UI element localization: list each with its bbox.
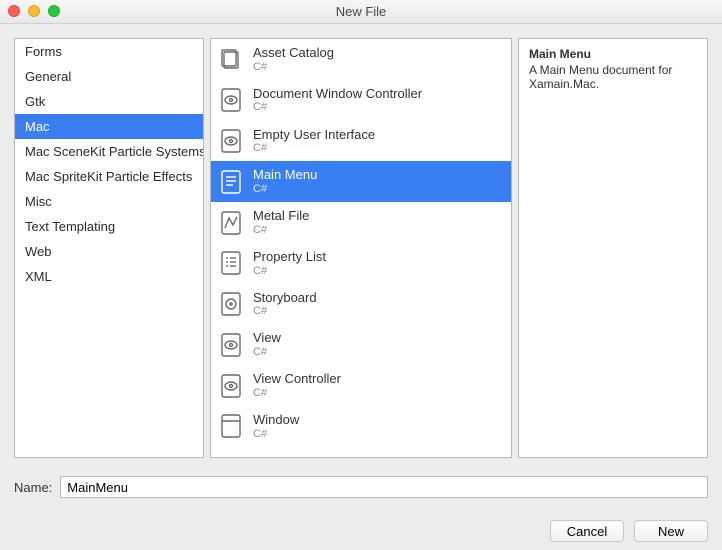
titlebar: New File bbox=[0, 0, 722, 24]
description-body: A Main Menu document for Xamain.Mac. bbox=[529, 63, 697, 91]
template-item[interactable]: StoryboardC# bbox=[211, 284, 511, 325]
category-item[interactable]: Text Templating bbox=[15, 214, 203, 239]
template-title: Window bbox=[253, 412, 299, 428]
template-item[interactable]: Main MenuC# bbox=[211, 161, 511, 202]
template-sub: C# bbox=[253, 305, 317, 318]
template-sub: C# bbox=[253, 183, 317, 196]
template-title: Asset Catalog bbox=[253, 45, 334, 61]
template-text: Asset CatalogC# bbox=[253, 45, 334, 74]
category-item[interactable]: Gtk bbox=[15, 89, 203, 114]
template-sub: C# bbox=[253, 428, 299, 441]
category-item[interactable]: Mac SceneKit Particle Systems bbox=[15, 139, 203, 164]
template-sub: C# bbox=[253, 224, 309, 237]
template-title: Storyboard bbox=[253, 290, 317, 306]
template-text: WindowC# bbox=[253, 412, 299, 441]
category-item[interactable]: Mac bbox=[15, 114, 203, 139]
category-item[interactable]: Mac SpriteKit Particle Effects bbox=[15, 164, 203, 189]
eye-icon bbox=[219, 372, 243, 400]
dialog-buttons: Cancel New bbox=[14, 520, 708, 542]
close-icon[interactable] bbox=[8, 5, 20, 17]
storyboard-icon bbox=[219, 290, 243, 318]
template-sub: C# bbox=[253, 101, 422, 114]
category-item[interactable]: Forms bbox=[15, 39, 203, 64]
eye-icon bbox=[219, 86, 243, 114]
template-item[interactable]: Property ListC# bbox=[211, 243, 511, 284]
template-item[interactable]: Metal FileC# bbox=[211, 202, 511, 243]
template-sub: C# bbox=[253, 142, 375, 155]
description-panel: Main Menu A Main Menu document for Xamai… bbox=[518, 38, 708, 458]
description-title: Main Menu bbox=[529, 47, 697, 61]
template-item[interactable]: Document Window ControllerC# bbox=[211, 80, 511, 121]
template-title: Main Menu bbox=[253, 167, 317, 183]
name-row: Name: bbox=[14, 476, 708, 498]
template-title: View Controller bbox=[253, 371, 341, 387]
template-title: Property List bbox=[253, 249, 326, 265]
template-title: Metal File bbox=[253, 208, 309, 224]
template-text: Metal FileC# bbox=[253, 208, 309, 237]
template-sub: C# bbox=[253, 265, 326, 278]
zoom-icon[interactable] bbox=[48, 5, 60, 17]
template-item[interactable]: Empty User InterfaceC# bbox=[211, 121, 511, 162]
category-item[interactable]: Misc bbox=[15, 189, 203, 214]
template-title: Document Window Controller bbox=[253, 86, 422, 102]
category-item[interactable]: General bbox=[15, 64, 203, 89]
category-item[interactable]: Web bbox=[15, 239, 203, 264]
eye-icon bbox=[219, 127, 243, 155]
eye-icon bbox=[219, 331, 243, 359]
cancel-button[interactable]: Cancel bbox=[550, 520, 624, 542]
window-controls bbox=[8, 5, 60, 17]
new-button[interactable]: New bbox=[634, 520, 708, 542]
window-title: New File bbox=[0, 4, 722, 19]
template-text: View ControllerC# bbox=[253, 371, 341, 400]
template-title: View bbox=[253, 330, 281, 346]
category-item[interactable]: XML bbox=[15, 264, 203, 289]
name-label: Name: bbox=[14, 480, 52, 495]
metal-icon bbox=[219, 209, 243, 237]
dialog-content: FormsGeneralGtkMacMac SceneKit Particle … bbox=[0, 24, 722, 550]
template-text: Main MenuC# bbox=[253, 167, 317, 196]
template-item[interactable]: View ControllerC# bbox=[211, 365, 511, 406]
template-text: Empty User InterfaceC# bbox=[253, 127, 375, 156]
minimize-icon[interactable] bbox=[28, 5, 40, 17]
template-item[interactable]: WindowC# bbox=[211, 406, 511, 447]
template-text: StoryboardC# bbox=[253, 290, 317, 319]
template-text: ViewC# bbox=[253, 330, 281, 359]
template-text: Property ListC# bbox=[253, 249, 326, 278]
doc-icon bbox=[219, 168, 243, 196]
panels: FormsGeneralGtkMacMac SceneKit Particle … bbox=[14, 38, 708, 458]
template-title: Empty User Interface bbox=[253, 127, 375, 143]
stack-icon bbox=[219, 45, 243, 73]
template-list[interactable]: Asset CatalogC#Document Window Controlle… bbox=[210, 38, 512, 458]
template-sub: C# bbox=[253, 387, 341, 400]
category-list[interactable]: FormsGeneralGtkMacMac SceneKit Particle … bbox=[14, 38, 204, 458]
window-icon bbox=[219, 412, 243, 440]
template-text: Document Window ControllerC# bbox=[253, 86, 422, 115]
list-icon bbox=[219, 249, 243, 277]
template-sub: C# bbox=[253, 61, 334, 74]
template-item[interactable]: Asset CatalogC# bbox=[211, 39, 511, 80]
name-input[interactable] bbox=[60, 476, 708, 498]
template-item[interactable]: ViewC# bbox=[211, 324, 511, 365]
template-sub: C# bbox=[253, 346, 281, 359]
